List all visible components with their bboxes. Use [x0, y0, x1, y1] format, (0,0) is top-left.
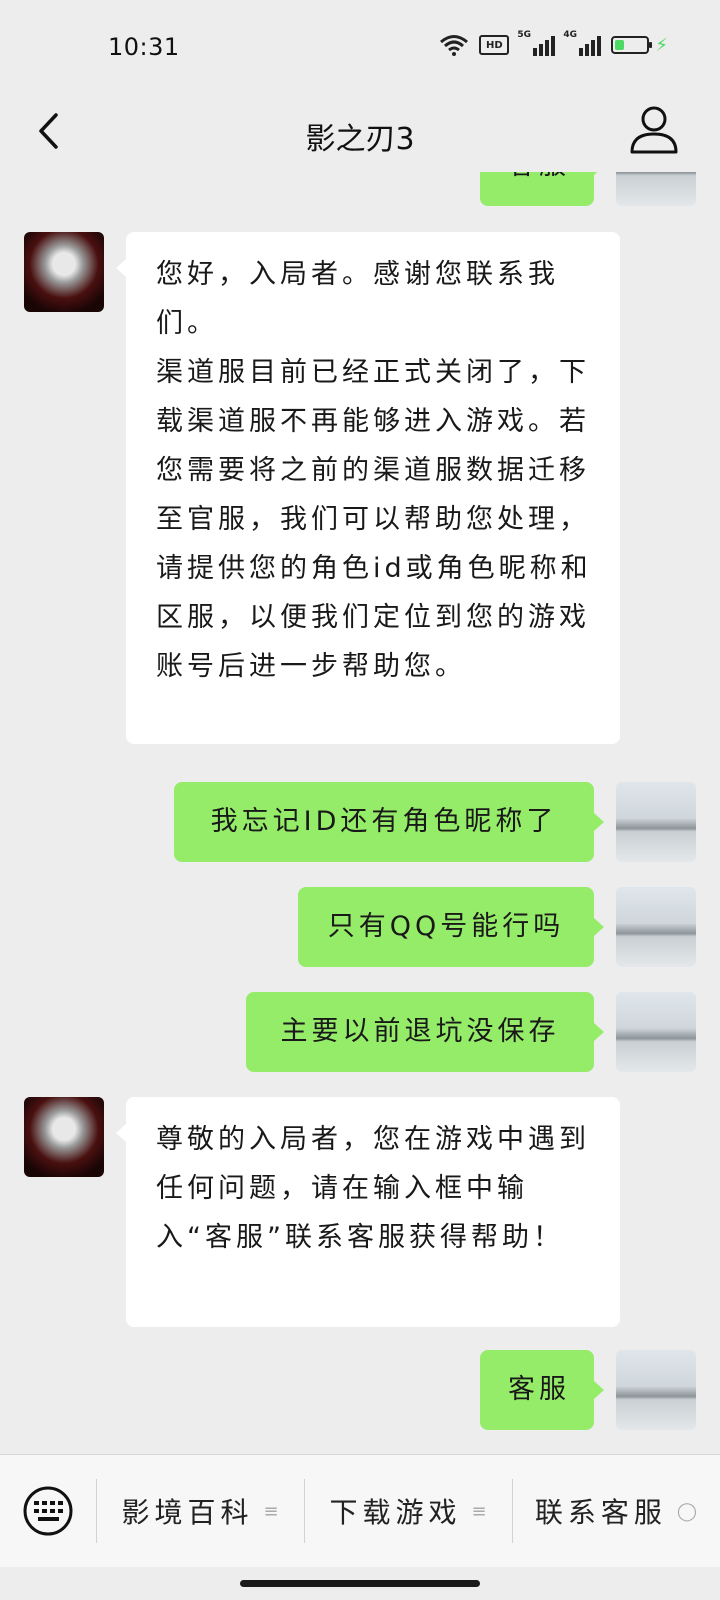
bot-avatar[interactable] [24, 1097, 104, 1177]
battery-level [615, 40, 625, 50]
bubble-tail [594, 172, 604, 175]
user-avatar[interactable] [616, 782, 696, 862]
charging-icon: ⚡ [655, 34, 668, 56]
bot-avatar[interactable] [24, 232, 104, 312]
menu-item-label: 联系客服 [534, 1496, 667, 1529]
signal-icon: 5G [517, 30, 556, 56]
status-icons: HD 5G 4G ⚡ [439, 30, 668, 56]
battery-icon [611, 36, 653, 54]
wifi-icon [440, 35, 469, 56]
message-bubble-incoming[interactable]: 尊敬的入局者，您在游戏中遇到任何问题，请在输入框中输入“客服”联系客服获得帮助！ [126, 1097, 620, 1327]
network-label: 4G [563, 30, 578, 40]
hd-icon: HD [479, 35, 510, 55]
message-bubble-outgoing[interactable]: 我忘记ID还有角色昵称了 [174, 782, 594, 862]
message-text: 只有QQ号能行吗 [327, 911, 565, 942]
chat-area[interactable]: 客服 您好，入局者。感谢您联系我们。 渠道服目前已经正式关闭了，下载渠道服不再能… [0, 172, 720, 1454]
message-bubble-outgoing[interactable]: 主要以前退坑没保存 [246, 992, 594, 1072]
page-title: 影之刃3 [305, 122, 415, 157]
profile-button[interactable] [628, 102, 680, 158]
keyboard-toggle-button[interactable] [0, 1455, 96, 1567]
bubble-tail [594, 918, 604, 936]
submenu-icon: ≡ [263, 1500, 279, 1522]
bottom-menu: 影境百科 ≡ 下载游戏 ≡ 联系客服 ◯ [0, 1454, 720, 1567]
message-text: 渠道服目前已经正式关闭了，下载渠道服不再能够进入游戏。若您需要将之前的渠道服数据… [156, 357, 592, 682]
status-time: 10:31 [108, 33, 180, 61]
menu-item-label: 影境百科 [121, 1496, 254, 1529]
bubble-tail [116, 1124, 126, 1142]
menu-item-label: 下载游戏 [329, 1496, 462, 1529]
home-indicator[interactable] [240, 1580, 480, 1587]
submenu-icon: ≡ [471, 1500, 487, 1522]
message-text: 您好，入局者。感谢您联系我们。 [156, 259, 559, 339]
user-avatar[interactable] [616, 1350, 696, 1430]
message-text: 尊敬的入局者，您在游戏中遇到任何问题，请在输入框中输入“客服”联系客服获得帮助！ [156, 1124, 590, 1253]
person-outline-icon [630, 106, 678, 154]
message-text: 客服 [508, 172, 570, 181]
status-bar: 10:31 HD 5G 4G ⚡ [0, 0, 720, 92]
bubble-tail [594, 1381, 604, 1399]
user-avatar[interactable] [616, 172, 696, 206]
message-text: 主要以前退坑没保存 [280, 1016, 560, 1047]
message-bubble-outgoing[interactable]: 只有QQ号能行吗 [298, 887, 594, 967]
chat-bubble-icon: ◯ [676, 1500, 698, 1522]
message-bubble-outgoing[interactable]: 客服 [480, 1350, 594, 1430]
bubble-tail [116, 259, 126, 277]
network-label: 5G [517, 30, 532, 40]
user-avatar[interactable] [616, 992, 696, 1072]
message-bubble-outgoing[interactable]: 客服 [480, 172, 594, 206]
keyboard-icon [23, 1486, 73, 1536]
signal-icon: 4G [563, 30, 602, 56]
menu-item-download[interactable]: 下载游戏 ≡ [304, 1455, 512, 1567]
user-avatar[interactable] [616, 887, 696, 967]
bubble-tail [594, 1023, 604, 1041]
message-bubble-incoming[interactable]: 您好，入局者。感谢您联系我们。 渠道服目前已经正式关闭了，下载渠道服不再能够进入… [126, 232, 620, 744]
chat-header: 影之刃3 [0, 92, 720, 172]
menu-item-wiki[interactable]: 影境百科 ≡ [96, 1455, 304, 1567]
message-text: 我忘记ID还有角色昵称了 [210, 806, 558, 837]
menu-item-contact-service[interactable]: 联系客服 ◯ [512, 1455, 720, 1567]
bubble-tail [594, 813, 604, 831]
message-text: 客服 [508, 1374, 570, 1405]
